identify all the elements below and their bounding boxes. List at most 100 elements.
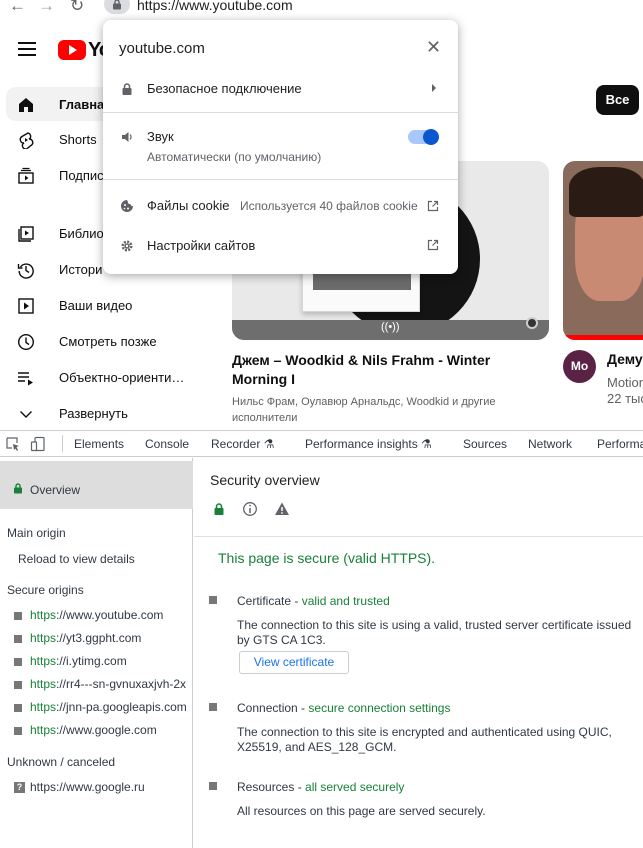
external-link-icon[interactable] bbox=[427, 239, 439, 251]
devtools-tabbar: Elements Console Recorder ⚗ Performance … bbox=[0, 430, 643, 457]
certificate-status: valid and trusted bbox=[301, 594, 390, 608]
chevron-down-icon bbox=[20, 411, 32, 418]
avatar[interactable]: Mo bbox=[563, 350, 596, 383]
origin-item[interactable]: https://www.youtube.com bbox=[14, 608, 192, 624]
menu-icon[interactable] bbox=[18, 42, 36, 56]
watch-later-icon bbox=[17, 333, 35, 351]
sidebar-item-expand[interactable]: Развернуть bbox=[6, 396, 206, 430]
sidebar-item-label: Развернуть bbox=[59, 406, 128, 421]
lock-icon bbox=[113, 0, 121, 10]
sidebar-item-playlist[interactable]: Объектно-ориенти… bbox=[6, 360, 206, 394]
view-count: 22 тыс bbox=[607, 391, 643, 406]
origin-scheme: https bbox=[30, 631, 57, 645]
sidebar-item-label: Объектно-ориенти… bbox=[59, 370, 185, 385]
certificate-heading: Certificate - valid and trusted bbox=[237, 594, 390, 608]
browser-toolbar: ← → ↻ https://www.youtube.com bbox=[0, 0, 643, 14]
section-heading: Main origin bbox=[7, 526, 66, 540]
origin-bullet bbox=[14, 727, 22, 735]
resources-bullet bbox=[209, 782, 217, 790]
origin-scheme: https bbox=[30, 723, 57, 737]
external-link-icon[interactable] bbox=[427, 200, 439, 212]
lock-icon bbox=[214, 503, 224, 515]
divider bbox=[194, 536, 643, 537]
origin-host: ://jnn-pa.googleapis.com bbox=[56, 700, 187, 714]
origin-item[interactable]: https://yt3.ggpht.com bbox=[14, 631, 192, 647]
certificate-description: The connection to this site is using a v… bbox=[237, 618, 632, 647]
section-heading: Unknown / canceled bbox=[7, 755, 116, 769]
connection-secure-item[interactable]: Безопасное подключение bbox=[147, 81, 302, 96]
reload-icon[interactable]: ↻ bbox=[70, 0, 84, 14]
tab-sources[interactable]: Sources bbox=[463, 437, 507, 451]
back-icon[interactable]: ← bbox=[9, 0, 26, 14]
library-icon bbox=[18, 226, 34, 242]
item-title: Certificate bbox=[237, 594, 292, 608]
origin-host: ://i.ytimg.com bbox=[56, 654, 127, 668]
security-overview-panel: Security overview This page is secure (v… bbox=[194, 458, 643, 848]
sidebar-item-label: Подпис bbox=[59, 168, 104, 183]
main-origin-item[interactable]: Reload to view details bbox=[18, 552, 135, 566]
address-bar[interactable]: https://www.youtube.com bbox=[137, 0, 293, 14]
tab-recorder[interactable]: Recorder ⚗ bbox=[211, 437, 274, 451]
video-thumbnail-2[interactable] bbox=[563, 161, 643, 340]
connection-bullet bbox=[209, 703, 217, 711]
close-icon[interactable]: ✕ bbox=[426, 38, 441, 56]
origin-item[interactable]: https://i.ytimg.com bbox=[14, 654, 192, 670]
forward-icon[interactable]: → bbox=[38, 0, 55, 14]
origin-host: https://www.google.ru bbox=[30, 780, 145, 794]
sound-toggle[interactable] bbox=[408, 129, 439, 145]
warning-icon bbox=[275, 502, 289, 515]
sidebar-item-label: Overview bbox=[30, 483, 81, 497]
tab-label: Performance insights bbox=[305, 437, 418, 451]
cookie-icon bbox=[121, 200, 133, 212]
origin-item[interactable]: https://rr4---sn-gvnuxaxjvh-2x bbox=[14, 677, 192, 693]
origin-host: ://rr4---sn-gvnuxaxjvh-2x bbox=[56, 677, 187, 691]
home-icon bbox=[19, 98, 33, 112]
youtube-logo[interactable]: Yo bbox=[58, 39, 111, 63]
origin-bullet bbox=[14, 658, 22, 666]
view-certificate-button[interactable]: View certificate bbox=[239, 651, 349, 674]
shorts-icon bbox=[19, 132, 34, 149]
tab-elements[interactable]: Elements bbox=[74, 437, 124, 451]
tab-network[interactable]: Network bbox=[528, 437, 572, 451]
origin-bullet bbox=[14, 681, 22, 689]
sidebar-item-label: Истори bbox=[59, 262, 103, 277]
chip-all[interactable]: Все bbox=[596, 85, 639, 115]
video-title[interactable]: Джем – Woodkid & Nils Frahm - Winter Mor… bbox=[232, 351, 532, 389]
device-toolbar-icon[interactable] bbox=[30, 436, 46, 452]
divider bbox=[62, 435, 63, 452]
secure-message: This page is secure (valid HTTPS). bbox=[218, 550, 436, 566]
connection-heading: Connection - secure connection settings bbox=[237, 701, 451, 715]
chevron-right-icon[interactable] bbox=[430, 83, 438, 93]
origin-bullet bbox=[14, 635, 22, 643]
origin-item[interactable]: https://www.google.com bbox=[14, 723, 192, 739]
tab-performance-insights[interactable]: Performance insights ⚗ bbox=[305, 437, 432, 451]
tab-performance[interactable]: Performa bbox=[597, 437, 643, 451]
sidebar-item-watch-later[interactable]: Смотреть позже bbox=[6, 324, 206, 358]
origin-item[interactable]: https://jnn-pa.googleapis.com bbox=[14, 700, 192, 716]
connection-status: secure connection settings bbox=[308, 701, 451, 715]
origin-host: ://www.youtube.com bbox=[56, 608, 164, 622]
origin-item[interactable]: ? https://www.google.ru bbox=[14, 780, 192, 796]
tab-console[interactable]: Console bbox=[145, 437, 189, 451]
subscriptions-icon bbox=[18, 167, 34, 184]
sound-label: Звук bbox=[147, 129, 174, 144]
popup-domain: youtube.com bbox=[119, 40, 205, 57]
site-info-popup: youtube.com ✕ Безопасное подключение Зву… bbox=[103, 20, 458, 274]
inspect-element-icon[interactable] bbox=[5, 436, 21, 452]
origin-scheme: https bbox=[30, 677, 57, 691]
origin-host: ://yt3.ggpht.com bbox=[56, 631, 142, 645]
site-info-button[interactable] bbox=[104, 0, 130, 14]
sidebar-item-your-videos[interactable]: Ваши видео bbox=[6, 288, 206, 322]
speaker-icon bbox=[122, 132, 132, 142]
playlist-icon bbox=[18, 372, 33, 386]
cookies-item[interactable]: Файлы cookie bbox=[147, 198, 230, 213]
site-settings-item[interactable]: Настройки сайтов bbox=[147, 238, 255, 253]
divider bbox=[103, 179, 458, 180]
your-videos-icon bbox=[18, 298, 34, 314]
section-heading: Secure origins bbox=[7, 583, 84, 597]
history-icon bbox=[17, 263, 34, 279]
sidebar-item-label: Ваши видео bbox=[59, 298, 133, 313]
video-title-2[interactable]: Дему bbox=[607, 351, 643, 367]
sidebar-item-overview[interactable]: Overview bbox=[0, 461, 193, 509]
channel-name[interactable]: Motion bbox=[607, 375, 643, 391]
